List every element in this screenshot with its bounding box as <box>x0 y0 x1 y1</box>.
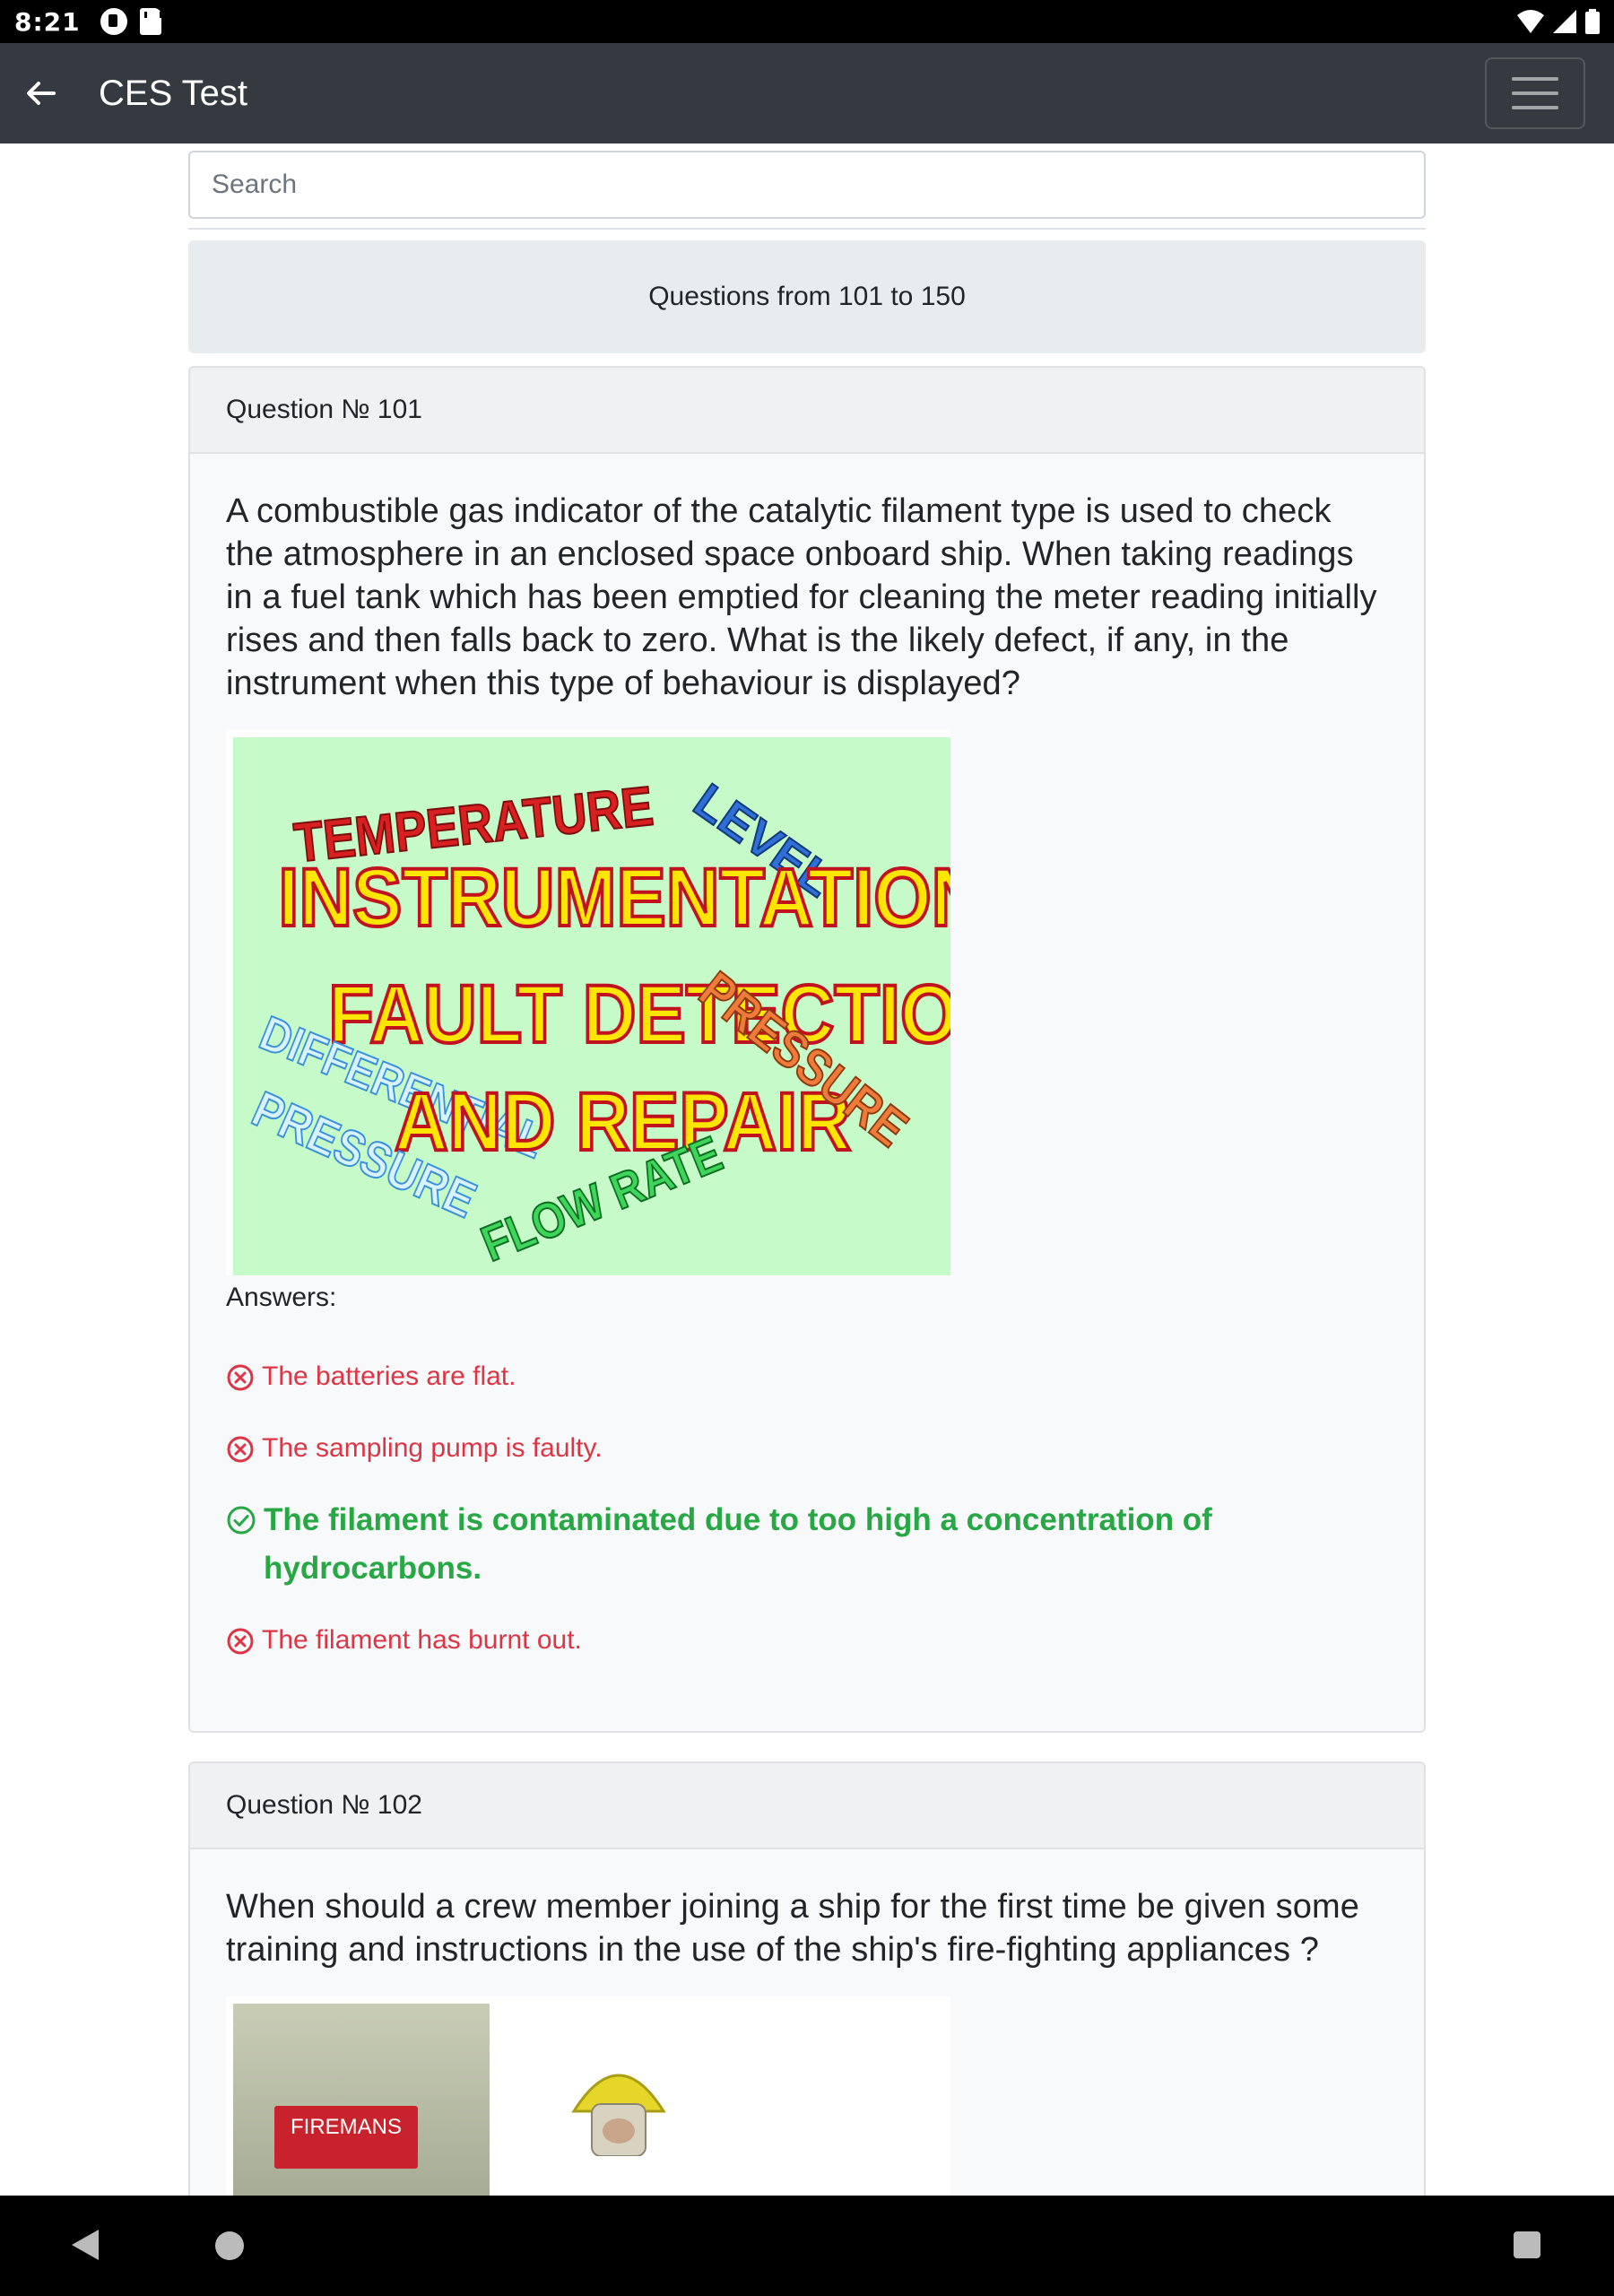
fireman-sign: FIREMANS <box>274 2106 418 2169</box>
answer-option: The filament has burnt out. <box>226 1616 1388 1665</box>
check-circle-icon <box>227 1506 256 1535</box>
answers-label: Answers: <box>226 1283 337 1312</box>
nav-back-icon[interactable] <box>72 2230 99 2260</box>
app-bar: CES Test <box>0 43 1614 144</box>
answer-text: The batteries are flat. <box>262 1361 516 1391</box>
menu-toggle-button[interactable] <box>1485 57 1585 129</box>
instrumentation-graphic: TEMPERATURE LEVEL INSTRUMENTATION FAULT … <box>243 773 950 1274</box>
image-word-fault-detection: FAULT DETECTION <box>328 968 950 1060</box>
instrumentation-illustration: TEMPERATURE LEVEL INSTRUMENTATION FAULT … <box>233 737 950 1275</box>
x-circle-icon <box>227 1436 254 1463</box>
x-circle-icon <box>227 1628 254 1655</box>
question-card: Question № 102 When should a crew member… <box>188 1761 1426 2264</box>
image-word-instrumentation: INSTRUMENTATION <box>278 851 950 944</box>
question-text: When should a crew member joining a ship… <box>226 1888 1359 1969</box>
nav-recents-icon[interactable] <box>1514 2231 1540 2258</box>
cell-signal-icon <box>1553 10 1576 33</box>
answer-text: The filament has burnt out. <box>262 1625 582 1655</box>
main-content: Questions from 101 to 150 Question № 101… <box>188 151 1426 2264</box>
firefighter-helmet-icon <box>571 2074 666 2156</box>
app-title: CES Test <box>99 73 247 113</box>
question-range-banner: Questions from 101 to 150 <box>188 240 1426 353</box>
question-card: Question № 101 A combustible gas indicat… <box>188 366 1426 1733</box>
hamburger-line <box>1512 106 1558 109</box>
question-body: A combustible gas indicator of the catal… <box>190 454 1424 1731</box>
answer-text: The sampling pump is faulty. <box>262 1433 603 1463</box>
question-header: Question № 102 <box>190 1763 1424 1849</box>
status-time: 8:21 <box>14 6 81 37</box>
divider <box>188 228 1426 230</box>
search-input[interactable] <box>188 151 1426 219</box>
battery-icon <box>1585 9 1600 34</box>
image-word-and-repair: AND REPAIR <box>395 1075 851 1168</box>
system-nav-bar <box>0 2196 1614 2296</box>
answer-option: The sampling pump is faulty. <box>226 1424 1388 1473</box>
sd-card-icon <box>139 8 162 35</box>
wifi-icon <box>1517 10 1544 33</box>
arrow-left-icon <box>27 82 56 105</box>
fireman-sign-label: FIREMANS <box>290 2115 402 2139</box>
hamburger-line <box>1512 91 1558 95</box>
question-header: Question № 101 <box>190 368 1424 454</box>
status-bar: 8:21 <box>0 0 1614 43</box>
x-circle-icon <box>227 1364 254 1391</box>
nav-home-icon[interactable] <box>215 2231 244 2260</box>
question-image: TEMPERATURE LEVEL INSTRUMENTATION FAULT … <box>226 730 950 1275</box>
question-text: A combustible gas indicator of the catal… <box>226 492 1377 702</box>
hamburger-line <box>1512 77 1558 81</box>
answer-option: The batteries are flat. <box>226 1352 1388 1401</box>
back-button[interactable] <box>0 43 81 144</box>
answer-text: The filament is contaminated due to too … <box>264 1502 1212 1586</box>
notification-app-icon <box>100 8 127 35</box>
answer-option-correct: The filament is contaminated due to too … <box>226 1496 1388 1593</box>
